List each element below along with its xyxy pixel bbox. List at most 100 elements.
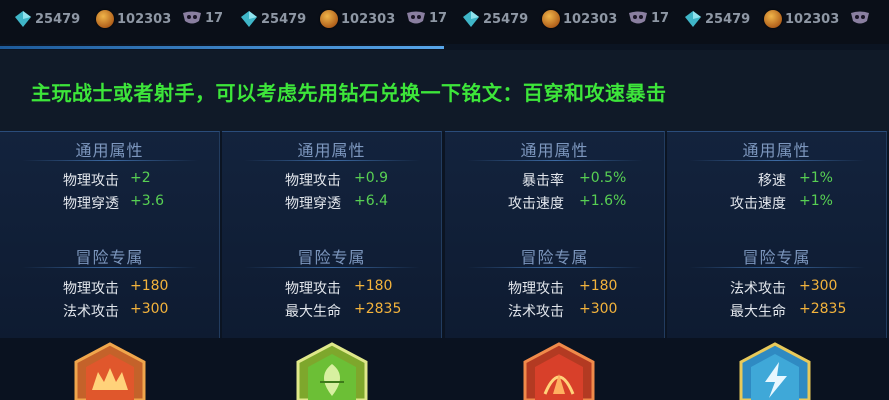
blue-lightning-inscription-icon[interactable]: [735, 342, 815, 400]
diamond-counter: 25479: [684, 10, 750, 28]
mask-counter: 17: [182, 10, 223, 26]
attribute-value: +0.9: [354, 170, 388, 186]
attribute-label: 物理攻击: [285, 173, 341, 189]
adventure-exclusive-title: 冒险专属: [75, 248, 144, 267]
attribute-label: 法术攻击: [508, 304, 564, 320]
mask-counter: 17: [628, 10, 669, 26]
divider: [467, 267, 643, 268]
attribute-value: +2835: [354, 301, 402, 317]
attribute-row: 物理攻击 +0.9: [222, 170, 441, 190]
red-crown-inscription-icon[interactable]: [70, 342, 150, 400]
attribute-row: 攻击速度 +1%: [667, 193, 886, 213]
attribute-row: 法术攻击 +300: [667, 278, 886, 298]
coin-icon: [764, 10, 782, 28]
attribute-value: +6.4: [354, 193, 388, 209]
resource-bar: 25479 102303 17 25479 102303 17 25479 10…: [0, 0, 889, 44]
inscription-panel: 通用属性 物理攻击 +0.9 物理穿透 +6.4 冒险专属 物理攻击 +180 …: [222, 131, 442, 338]
attribute-label: 物理穿透: [285, 196, 341, 212]
mask-counter: [850, 10, 870, 26]
attribute-label: 暴击率: [522, 173, 564, 189]
attribute-label: 攻击速度: [508, 196, 564, 212]
inscription-panel: 通用属性 暴击率 +0.5% 攻击速度 +1.6% 冒险专属 物理攻击 +180…: [445, 131, 665, 338]
attribute-label: 物理穿透: [63, 196, 119, 212]
coin-counter: 102303: [542, 10, 617, 28]
attribute-label: 法术攻击: [730, 281, 786, 297]
coin-amount: 102303: [117, 11, 172, 27]
diamond-amount: 25479: [705, 11, 751, 27]
attribute-row: 物理攻击 +180: [222, 278, 441, 298]
diamond-icon: [463, 11, 479, 27]
diamond-counter: 25479: [14, 10, 80, 28]
diamond-icon: [241, 11, 257, 27]
coin-counter: 102303: [764, 10, 839, 28]
attribute-value: +1%: [799, 170, 833, 186]
attribute-row: 最大生命 +2835: [222, 301, 441, 321]
mask-counter: 17: [406, 10, 447, 26]
adventure-exclusive-title: 冒险专属: [297, 248, 366, 267]
attribute-value: +2: [130, 170, 151, 186]
general-attributes-title: 通用属性: [520, 141, 589, 160]
mask-icon: [407, 11, 425, 24]
divider: [689, 160, 865, 161]
attribute-value: +300: [579, 301, 618, 317]
attribute-label: 物理攻击: [285, 281, 341, 297]
attribute-row: 物理攻击 +2: [0, 170, 219, 190]
attribute-value: +2835: [799, 301, 847, 317]
attribute-row: 攻击速度 +1.6%: [445, 193, 664, 213]
attribute-row: 物理攻击 +180: [0, 278, 219, 298]
general-attributes-title: 通用属性: [742, 141, 811, 160]
inscription-panel: 通用属性 物理攻击 +2 物理穿透 +3.6 冒险专属 物理攻击 +180 法术…: [0, 131, 220, 338]
red-flame-inscription-icon[interactable]: [519, 342, 599, 400]
attribute-row: 法术攻击 +300: [445, 301, 664, 321]
attribute-value: +0.5%: [579, 170, 627, 186]
diamond-icon: [685, 11, 701, 27]
attribute-label: 移速: [758, 173, 786, 189]
attribute-value: +180: [130, 278, 169, 294]
diamond-counter: 25479: [240, 10, 306, 28]
inscription-panel: 通用属性 移速 +1% 攻击速度 +1% 冒险专属 法术攻击 +300 最大生命…: [667, 131, 887, 338]
mask-icon: [851, 11, 869, 24]
coin-counter: 102303: [96, 10, 171, 28]
diamond-icon: [15, 11, 31, 27]
divider: [22, 267, 198, 268]
attribute-label: 最大生命: [285, 304, 341, 320]
diamond-amount: 25479: [35, 11, 81, 27]
attribute-value: +300: [799, 278, 838, 294]
green-leaf-inscription-icon[interactable]: [292, 342, 372, 400]
attribute-value: +1.6%: [579, 193, 627, 209]
attribute-label: 物理攻击: [63, 281, 119, 297]
attribute-row: 移速 +1%: [667, 170, 886, 190]
divider: [689, 267, 865, 268]
divider: [244, 267, 420, 268]
attribute-value: +180: [579, 278, 618, 294]
attribute-row: 最大生命 +2835: [667, 301, 886, 321]
attribute-value: +300: [130, 301, 169, 317]
attribute-row: 法术攻击 +300: [0, 301, 219, 321]
attribute-label: 最大生命: [730, 304, 786, 320]
coin-icon: [542, 10, 560, 28]
attribute-label: 法术攻击: [63, 304, 119, 320]
general-attributes-title: 通用属性: [75, 141, 144, 160]
divider: [22, 160, 198, 161]
diamond-counter: 25479: [462, 10, 528, 28]
coin-icon: [96, 10, 114, 28]
adventure-exclusive-title: 冒险专属: [520, 248, 589, 267]
attribute-label: 物理攻击: [63, 173, 119, 189]
mask-amount: 17: [429, 10, 448, 26]
attribute-row: 物理攻击 +180: [445, 278, 664, 298]
mask-amount: 17: [651, 10, 670, 26]
attribute-value: +1%: [799, 193, 833, 209]
coin-amount: 102303: [341, 11, 396, 27]
mask-icon: [183, 11, 201, 24]
coin-amount: 102303: [563, 11, 618, 27]
mask-icon: [629, 11, 647, 24]
headline-text: 主玩战士或者射手，可以考虑先用钻石兑换一下铭文：百穿和攻速暴击: [31, 81, 667, 105]
general-attributes-title: 通用属性: [297, 141, 366, 160]
coin-icon: [320, 10, 338, 28]
mask-amount: 17: [205, 10, 224, 26]
divider: [467, 160, 643, 161]
divider: [0, 46, 444, 49]
attribute-value: +3.6: [130, 193, 164, 209]
adventure-exclusive-title: 冒险专属: [742, 248, 811, 267]
divider: [244, 160, 420, 161]
